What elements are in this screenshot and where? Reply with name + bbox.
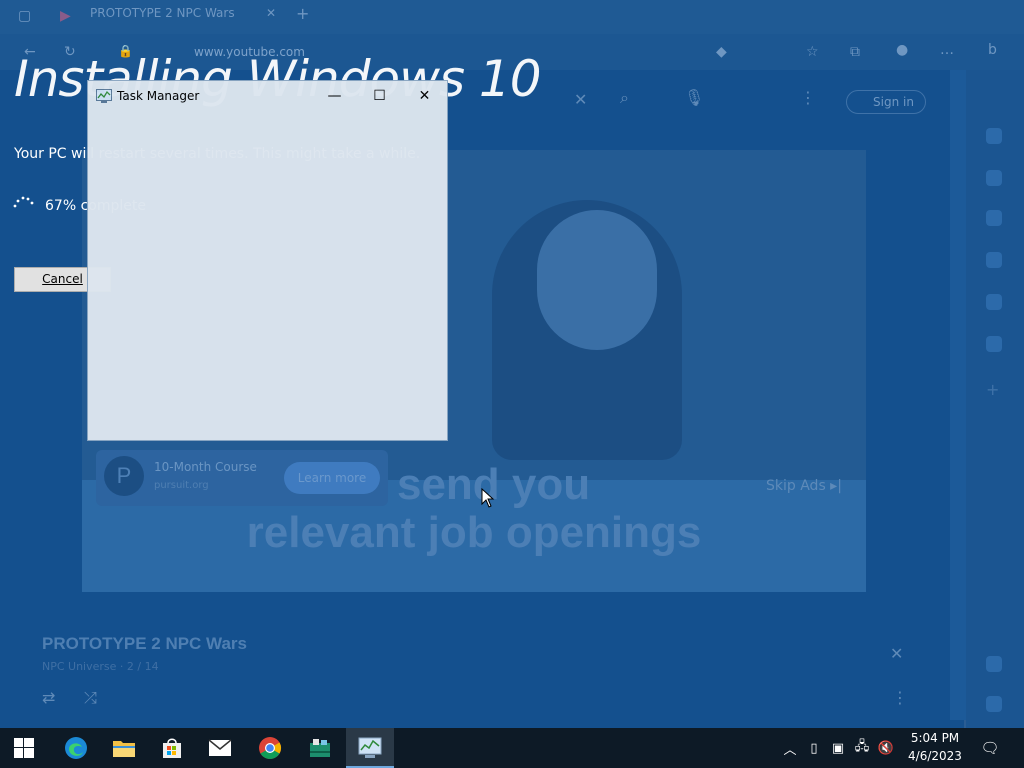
browser-scrollbar[interactable] [950, 70, 966, 720]
tray-camera-icon[interactable]: ▣ [829, 738, 847, 758]
taskbar-store[interactable] [148, 728, 196, 768]
edge-icon [65, 737, 87, 759]
folder-icon [113, 741, 135, 757]
loop-icon[interactable]: ⇄ [42, 688, 55, 707]
mail-icon [208, 739, 232, 756]
chrome-icon [259, 737, 281, 759]
video-caption-line2: relevant job openings [246, 508, 702, 557]
tab-close-icon[interactable]: ✕ [266, 6, 276, 20]
spinner-icon [13, 196, 34, 208]
taskbar-file-explorer[interactable] [100, 728, 148, 768]
taskbar-mail[interactable] [196, 728, 244, 768]
ad-title: 10-Month Course [154, 460, 257, 474]
sidebar-add-icon[interactable]: + [986, 380, 1002, 399]
sidebar-office-icon[interactable] [986, 294, 1002, 310]
sidebar-outlook-icon[interactable] [986, 336, 1002, 352]
minimize-button[interactable]: — [312, 81, 357, 111]
search-icon[interactable]: ⌕ [620, 88, 629, 108]
clock-time[interactable]: 5:04 PM [902, 731, 968, 745]
task-manager-icon [96, 89, 112, 103]
start-button[interactable] [0, 728, 48, 768]
tray-network-icon[interactable]: 🖧 [853, 738, 871, 758]
new-tab-icon[interactable]: + [296, 4, 309, 23]
kebab-menu-icon[interactable]: ⋮ [800, 88, 816, 107]
video-subtitle: NPC Universe · 2 / 14 [42, 660, 159, 673]
playlist-more-icon[interactable]: ⋮ [892, 688, 908, 707]
browser-tab-title[interactable]: PROTOTYPE 2 NPC Wars [90, 6, 235, 20]
sidebar-shopping-icon[interactable] [986, 170, 1002, 186]
task-manager-title: Task Manager [117, 89, 200, 103]
close-button[interactable]: ✕ [402, 81, 447, 111]
task-manager-taskbar-icon [358, 737, 382, 758]
sidebar-tools-icon[interactable] [986, 210, 1002, 226]
clock-date[interactable]: 4/6/2023 [902, 749, 968, 763]
sidebar-settings-icon[interactable] [986, 696, 1002, 712]
ad-subtitle: pursuit.org [154, 480, 209, 491]
browser-tab-bar: ▢ ▶ PROTOTYPE 2 NPC Wars ✕ + [0, 0, 1024, 34]
extension-icon[interactable]: ◆ [716, 44, 727, 60]
youtube-favicon-icon: ▶ [60, 8, 71, 24]
ad-card[interactable]: P 10-Month Course pursuit.org Learn more [96, 450, 388, 506]
windows-logo-icon [14, 738, 34, 758]
close-panel-icon[interactable]: ✕ [890, 644, 903, 663]
tray-tablet-icon[interactable]: ▯ [805, 738, 823, 758]
taskbar-chrome[interactable] [246, 728, 294, 768]
setup-installer-icon [310, 739, 330, 757]
edge-sidebar: + [966, 70, 1024, 728]
sidebar-search-icon[interactable] [986, 128, 1002, 144]
store-icon [163, 738, 181, 758]
task-manager-titlebar[interactable]: Task Manager — ☐ ✕ [88, 81, 447, 111]
tray-chevron-up-icon[interactable]: ︿ [781, 738, 799, 758]
sidebar-split-icon[interactable] [986, 656, 1002, 672]
tray-volume-muted-icon[interactable]: 🔇 [877, 738, 895, 758]
mouse-cursor-icon [481, 488, 495, 508]
video-person-head [537, 210, 657, 350]
taskbar: ︿ ▯ ▣ 🖧 🔇 🗨 [0, 728, 1024, 768]
shuffle-icon[interactable]: ⤮ [84, 688, 97, 708]
taskbar-installer[interactable] [296, 728, 344, 768]
collections-icon[interactable]: ⧉ [850, 44, 860, 60]
sidebar-games-icon[interactable] [986, 252, 1002, 268]
maximize-button[interactable]: ☐ [357, 81, 402, 111]
tab-actions-icon: ▢ [18, 8, 32, 24]
taskbar-task-manager[interactable] [346, 728, 394, 768]
more-icon[interactable]: … [940, 42, 954, 58]
learn-more-button[interactable]: Learn more [284, 462, 380, 494]
microphone-icon[interactable]: 🎙 [684, 88, 704, 107]
notifications-icon[interactable]: 🗨 [980, 738, 999, 758]
skip-ads-button[interactable]: Skip Ads ▸| [766, 478, 842, 494]
clear-search-icon[interactable]: ✕ [574, 90, 587, 109]
profile-icon[interactable]: ● [896, 42, 908, 58]
ad-logo: P [104, 456, 144, 496]
task-manager-window[interactable]: Task Manager — ☐ ✕ [87, 80, 448, 441]
sign-in-button[interactable]: Sign in [846, 90, 926, 114]
bing-icon[interactable]: b [988, 42, 997, 58]
favorites-icon[interactable]: ☆ [806, 44, 819, 60]
video-title: PROTOTYPE 2 NPC Wars [42, 634, 247, 653]
taskbar-edge[interactable] [52, 728, 100, 768]
